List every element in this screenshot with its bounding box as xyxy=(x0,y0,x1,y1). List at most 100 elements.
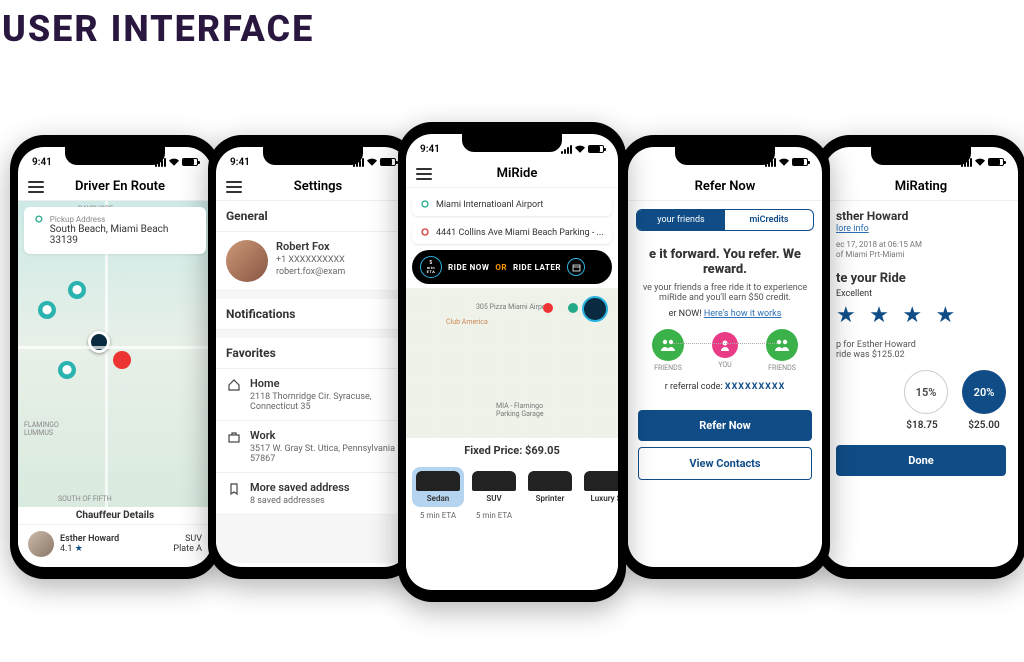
driver-name: sther Howard xyxy=(836,209,1006,223)
vehicle-type: SUV xyxy=(173,534,202,544)
calendar-icon[interactable] xyxy=(567,258,585,276)
refer-prompt: er NOW! xyxy=(669,309,704,319)
rate-heading: te your Ride xyxy=(836,271,1006,286)
wifi-icon xyxy=(779,158,789,166)
driver-rating: 4.1 xyxy=(60,544,73,554)
fav-sub: 8 saved addresses xyxy=(250,496,400,506)
pickup-value: South Beach, Miami Beach 33139 xyxy=(50,224,196,246)
user-email: robert.fox@exam xyxy=(276,267,400,277)
car-option-sedan[interactable]: Sedan xyxy=(412,467,464,507)
phone-rating: MiRating sther Howard lore info ec 17, 2… xyxy=(816,135,1024,579)
fav-address: 2118 Thornridge Cir. Syracuse, Connectic… xyxy=(250,392,400,412)
battery-icon xyxy=(380,158,396,166)
more-info-link[interactable]: lore info xyxy=(836,224,869,234)
chauffeur-panel[interactable]: Chauffeur Details Esther Howard 4.1 ★ SU… xyxy=(18,524,212,563)
car-eta: 5 min ETA xyxy=(412,511,464,520)
referral-code: XXXXXXXXX xyxy=(725,382,785,392)
map-pin xyxy=(113,351,131,369)
eta-badge: 5minETA xyxy=(420,256,442,278)
phones-container: 9:41 Driver En Route Pickup Address Sout… xyxy=(0,50,1024,650)
screen-title: MiRide xyxy=(426,166,608,181)
ride-now-label: RIDE NOW xyxy=(448,263,489,272)
refer-now-button[interactable]: Refer Now xyxy=(638,410,812,441)
screen-title: MiRating xyxy=(834,179,1008,194)
star-rating[interactable]: ★ ★ ★ ★ xyxy=(836,303,1006,328)
you-label: YOU xyxy=(712,361,738,369)
car-option-suv[interactable]: SUV xyxy=(468,467,520,507)
section-notifications[interactable]: Notifications xyxy=(216,299,410,330)
or-label: OR xyxy=(495,263,507,272)
battery-icon xyxy=(792,158,808,166)
phone-refer: Refer Now your friends miCredits e it fo… xyxy=(620,135,830,579)
battery-icon xyxy=(588,145,604,153)
tab-friends[interactable]: your friends xyxy=(637,210,725,230)
tip-20-value: $25.00 xyxy=(962,420,1006,431)
screen-title: Settings xyxy=(236,179,400,194)
status-time: 9:41 xyxy=(32,157,52,168)
profile-row[interactable]: Robert Fox +1 XXXXXXXXXX robert.fox@exam xyxy=(216,232,410,291)
fav-address: 3517 W. Gray St. Utica, Pennsylvania 578… xyxy=(250,444,400,464)
user-name: Robert Fox xyxy=(276,240,400,253)
ride-later-label: RIDE LATER xyxy=(513,263,561,272)
fav-label: Home xyxy=(250,377,400,390)
map-pin xyxy=(543,303,553,313)
favorite-more[interactable]: More saved address 8 saved addresses xyxy=(216,473,410,515)
pin-icon xyxy=(34,215,44,225)
ride-location: of Miami Prt-Miami xyxy=(836,250,1006,259)
map-pin xyxy=(568,303,578,313)
current-location-marker xyxy=(88,331,110,353)
pickup-label: Pickup Address xyxy=(50,215,196,224)
section-general: General xyxy=(216,201,410,232)
user-phone: +1 XXXXXXXXXX xyxy=(276,255,400,265)
tab-micredits[interactable]: miCredits xyxy=(725,210,813,230)
user-avatar xyxy=(226,240,268,282)
car-option-sprinter[interactable]: Sprinter xyxy=(524,467,576,507)
tip-20[interactable]: 20% xyxy=(962,370,1006,414)
how-it-works-link[interactable]: Here's how it works xyxy=(704,309,782,319)
wifi-icon xyxy=(367,158,377,166)
refer-tabs: your friends miCredits xyxy=(636,209,814,231)
view-contacts-button[interactable]: View Contacts xyxy=(638,447,812,480)
car-marker xyxy=(582,296,608,322)
destination-field[interactable]: 4441 Collins Ave Miami Beach Parking - .… xyxy=(412,222,612,244)
map-pin: ⬤ xyxy=(68,281,86,299)
tip-15-value: $18.75 xyxy=(900,420,944,431)
ride-mode-pill[interactable]: 5minETA RIDE NOW OR RIDE LATER xyxy=(412,250,612,284)
tip-ride-cost: ride was $125.02 xyxy=(836,350,1006,360)
phone-miride: 9:41 MiRide Miami Internatioanl Airport … xyxy=(398,122,626,602)
you-icon xyxy=(712,332,738,358)
vehicle-plate: Plate A xyxy=(173,544,202,554)
tip-text: p for Esther Howard xyxy=(836,340,1006,350)
pickup-field[interactable]: Miami Internatioanl Airport xyxy=(412,194,612,216)
pickup-card[interactable]: Pickup Address South Beach, Miami Beach … xyxy=(24,207,206,254)
wifi-icon xyxy=(169,158,179,166)
done-button[interactable]: Done xyxy=(836,445,1006,476)
favorite-work[interactable]: Work 3517 W. Gray St. Utica, Pennsylvani… xyxy=(216,421,410,473)
chauffeur-heading: Chauffeur Details xyxy=(18,507,212,524)
map-pin: ⬤ xyxy=(58,361,76,379)
vehicle-selector: Sedan SUV Sprinter Luxury S xyxy=(406,463,618,511)
pickup-text: Miami Internatioanl Airport xyxy=(436,200,543,210)
status-time: 9:41 xyxy=(230,157,250,168)
friends-icon xyxy=(766,329,798,361)
phone-settings: 9:41 Settings General Robert Fox +1 XXXX… xyxy=(208,135,418,579)
screen-title: Refer Now xyxy=(638,179,812,194)
pin-icon xyxy=(420,228,430,238)
tip-15[interactable]: 15% xyxy=(904,370,948,414)
map-pin: ⬤ xyxy=(38,301,56,319)
battery-icon xyxy=(988,158,1004,166)
route-map[interactable]: Club America 305 Pizza Miami Airport MIA… xyxy=(406,288,618,438)
driver-avatar xyxy=(28,531,54,557)
friends-label: FRIENDS xyxy=(652,364,684,372)
car-option-luxury[interactable]: Luxury S xyxy=(580,467,618,507)
ride-datetime: ec 17, 2018 at 06:15 AM xyxy=(836,240,1006,249)
favorite-home[interactable]: Home 2118 Thornridge Cir. Syracuse, Conn… xyxy=(216,369,410,421)
home-icon xyxy=(226,377,242,393)
star-icon: ★ xyxy=(75,544,83,554)
friends-icon xyxy=(652,329,684,361)
wifi-icon xyxy=(975,158,985,166)
screen-title: Driver En Route xyxy=(38,179,202,194)
pin-icon xyxy=(420,200,430,210)
phone-driver-enroute: 9:41 Driver En Route Pickup Address Sout… xyxy=(10,135,220,579)
car-eta: 5 min ETA xyxy=(468,511,520,520)
